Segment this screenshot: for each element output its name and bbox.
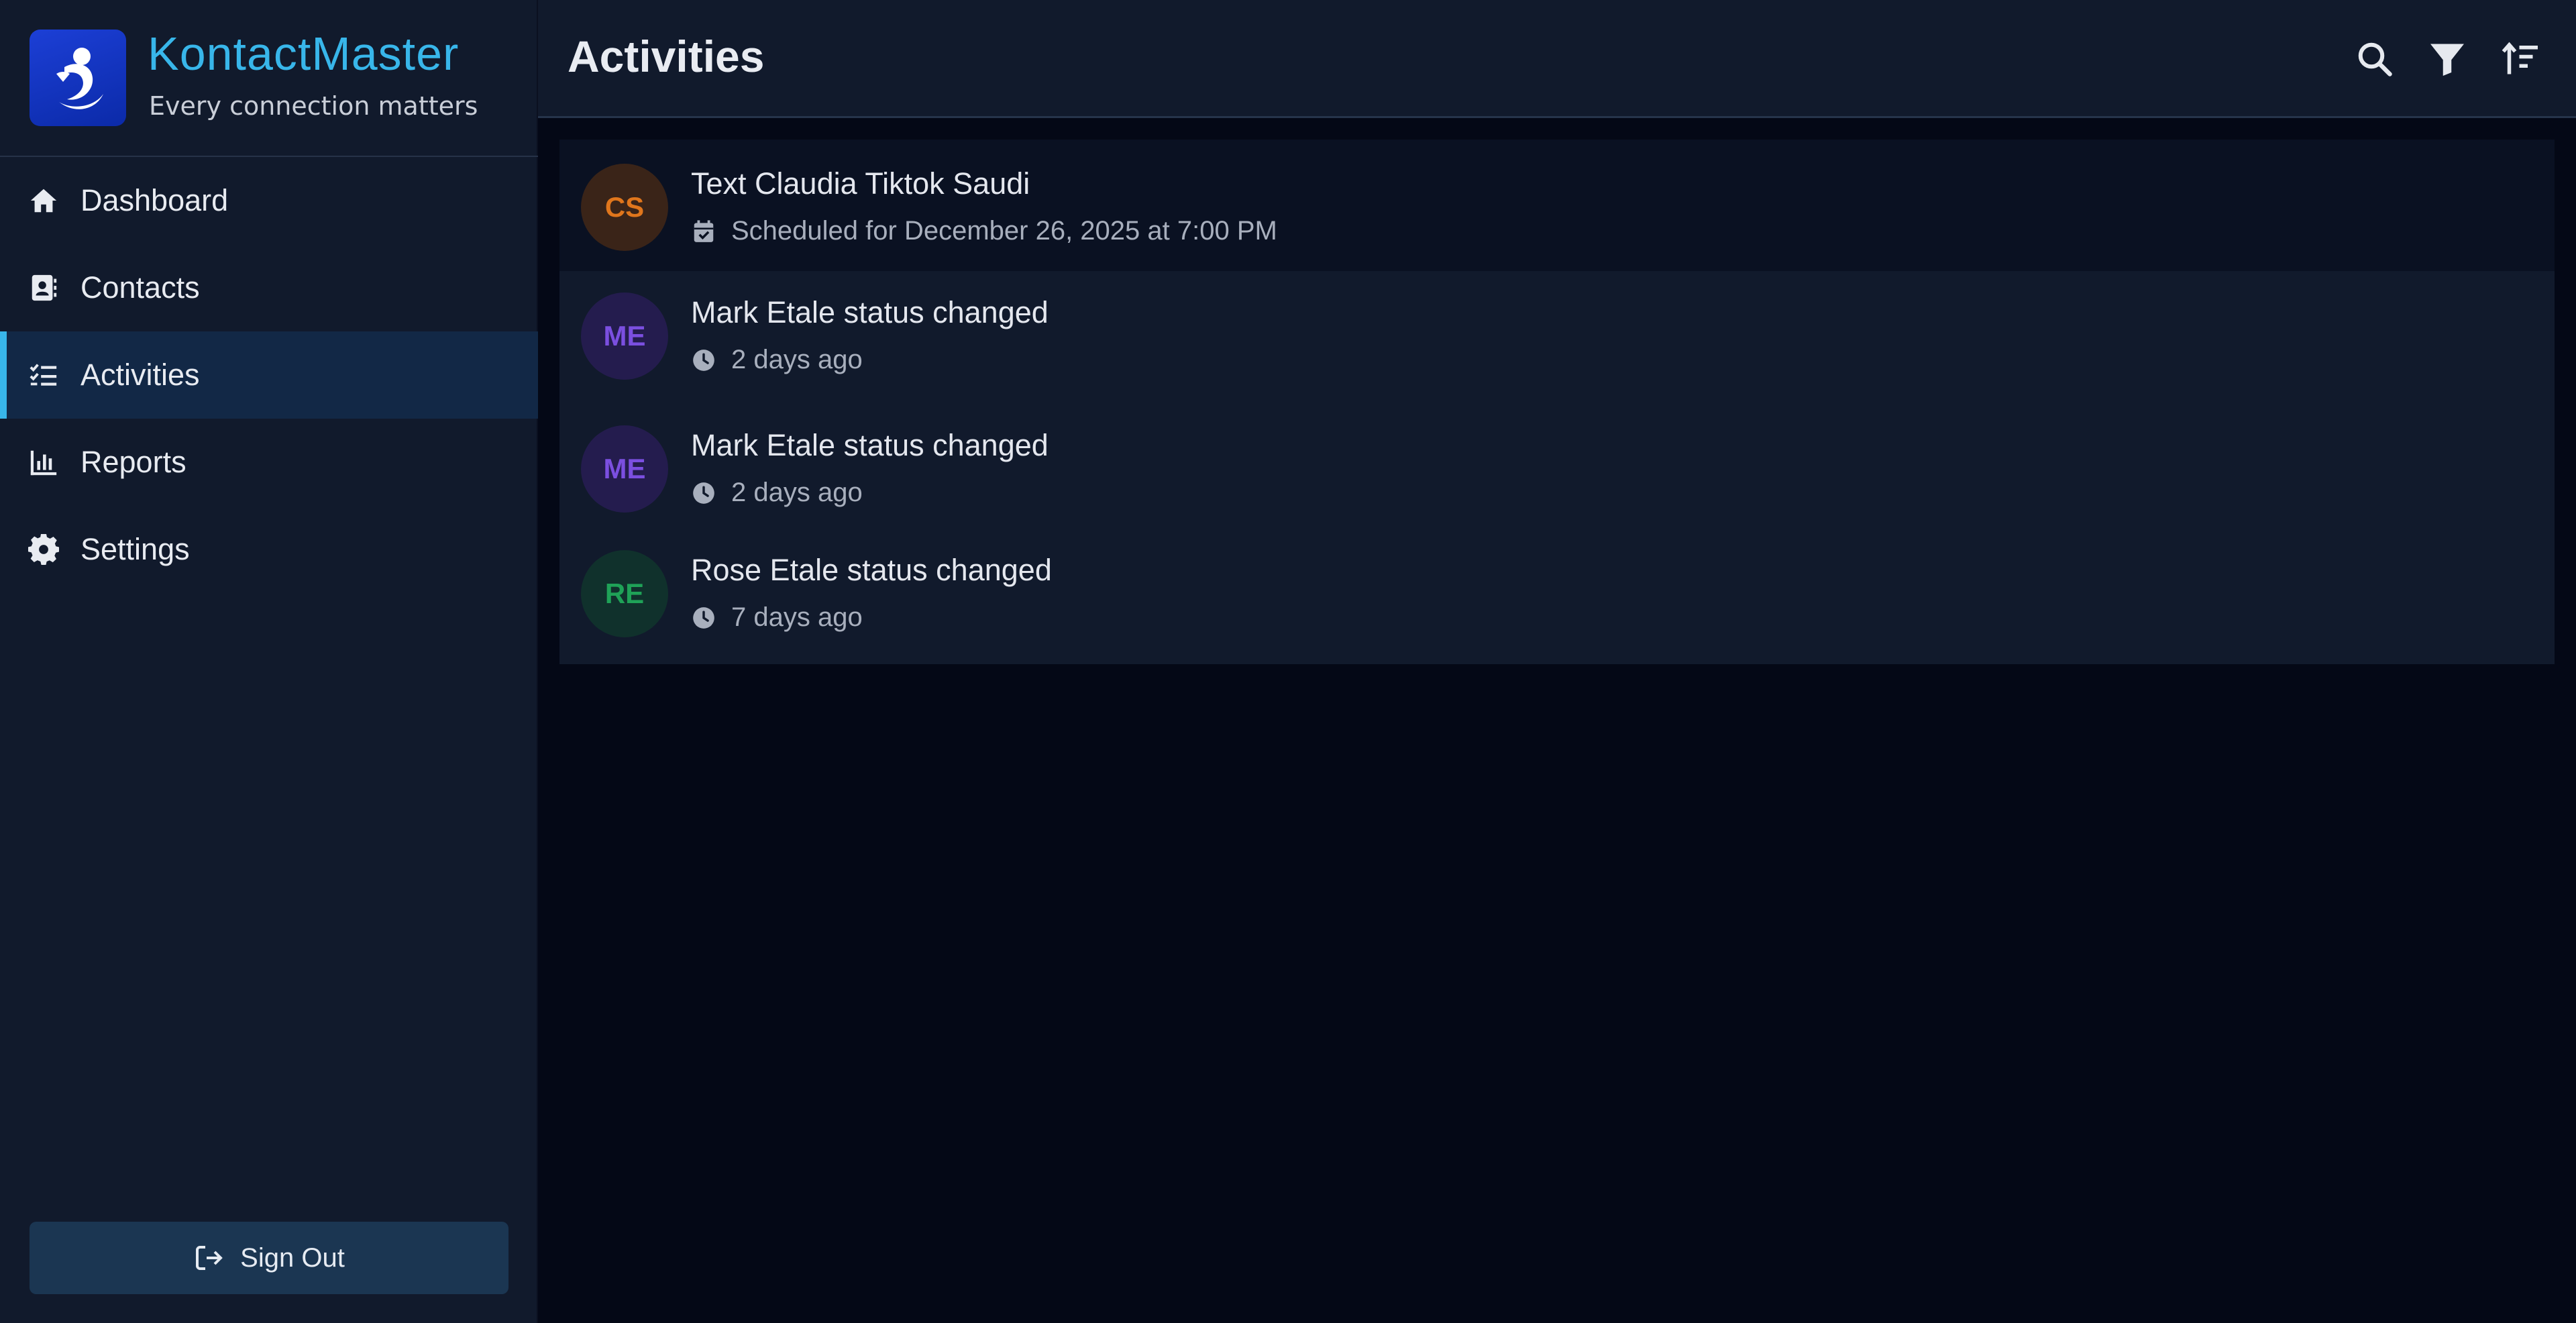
sidebar-item-label: Settings bbox=[80, 532, 190, 566]
brand-header: KontactMaster Every connection matters bbox=[0, 0, 538, 157]
avatar: ME bbox=[581, 425, 668, 513]
activity-list: CS Text Claudia Tiktok Saudi Scheduled f… bbox=[559, 140, 2555, 664]
avatar: RE bbox=[581, 550, 668, 637]
sidebar-nav: Dashboard Contacts Activities Reports Se… bbox=[0, 157, 538, 593]
activity-row[interactable]: ME Mark Etale status changed 2 days ago bbox=[559, 403, 2555, 534]
avatar-initials: CS bbox=[604, 191, 645, 223]
sign-out-icon bbox=[196, 1246, 223, 1270]
activity-time: 7 days ago bbox=[731, 602, 863, 632]
clock-icon bbox=[693, 606, 714, 629]
sidebar-item-label: Contacts bbox=[80, 270, 200, 305]
sidebar-item-activities[interactable]: Activities bbox=[0, 331, 538, 419]
activity-meta: 2 days ago bbox=[691, 478, 863, 508]
gear-icon bbox=[28, 534, 59, 565]
sidebar-item-label: Activities bbox=[80, 358, 200, 392]
activity-meta: Scheduled for December 26, 2025 at 7:00 … bbox=[691, 216, 1277, 246]
activity-meta: 7 days ago bbox=[691, 602, 863, 633]
top-bar: Activities bbox=[538, 0, 2576, 118]
task-list-icon bbox=[30, 364, 57, 386]
sidebar-item-label: Dashboard bbox=[80, 183, 229, 217]
activity-row[interactable]: ME Mark Etale status changed 2 days ago bbox=[559, 271, 2555, 403]
sidebar-item-contacts[interactable]: Contacts bbox=[0, 244, 538, 331]
sidebar-item-dashboard[interactable]: Dashboard bbox=[0, 157, 538, 244]
avatar: ME bbox=[581, 293, 668, 380]
activity-time: Scheduled for December 26, 2025 at 7:00 … bbox=[731, 216, 1277, 246]
sidebar-item-settings[interactable]: Settings bbox=[0, 506, 538, 593]
calendar-check-icon bbox=[694, 219, 714, 242]
search-icon[interactable] bbox=[2355, 39, 2395, 79]
clock-icon bbox=[693, 482, 714, 504]
contact-card-icon bbox=[32, 274, 57, 301]
activity-time: 2 days ago bbox=[731, 345, 863, 374]
activity-row[interactable]: RE Rose Etale status changed 7 days ago bbox=[559, 534, 2555, 664]
sidebar: KontactMaster Every connection matters D… bbox=[0, 0, 538, 1323]
sign-out-label: Sign Out bbox=[240, 1242, 345, 1273]
bar-chart-icon bbox=[30, 450, 57, 476]
activity-title: Mark Etale status changed bbox=[691, 295, 1049, 329]
home-icon bbox=[30, 189, 57, 213]
activity-title: Mark Etale status changed bbox=[691, 428, 1049, 462]
activity-title: Text Claudia Tiktok Saudi bbox=[691, 166, 1030, 201]
avatar-initials: ME bbox=[603, 453, 646, 484]
filter-icon[interactable] bbox=[2427, 39, 2467, 79]
activity-title: Rose Etale status changed bbox=[691, 553, 1052, 587]
avatar-initials: ME bbox=[603, 320, 646, 352]
app-tagline: Every connection matters bbox=[149, 91, 478, 121]
avatar: CS bbox=[581, 164, 668, 251]
sidebar-item-reports[interactable]: Reports bbox=[0, 419, 538, 506]
activity-time: 2 days ago bbox=[731, 478, 863, 507]
clock-icon bbox=[693, 349, 714, 371]
activity-row[interactable]: CS Text Claudia Tiktok Saudi Scheduled f… bbox=[559, 140, 2555, 271]
sort-icon[interactable] bbox=[2501, 39, 2541, 79]
activity-meta: 2 days ago bbox=[691, 345, 863, 375]
sign-out-button[interactable]: Sign Out bbox=[30, 1222, 508, 1294]
app-name: KontactMaster bbox=[148, 28, 460, 80]
sidebar-item-label: Reports bbox=[80, 445, 186, 479]
avatar-initials: RE bbox=[604, 578, 645, 609]
page-title: Activities bbox=[568, 32, 765, 81]
app-logo bbox=[30, 30, 126, 126]
